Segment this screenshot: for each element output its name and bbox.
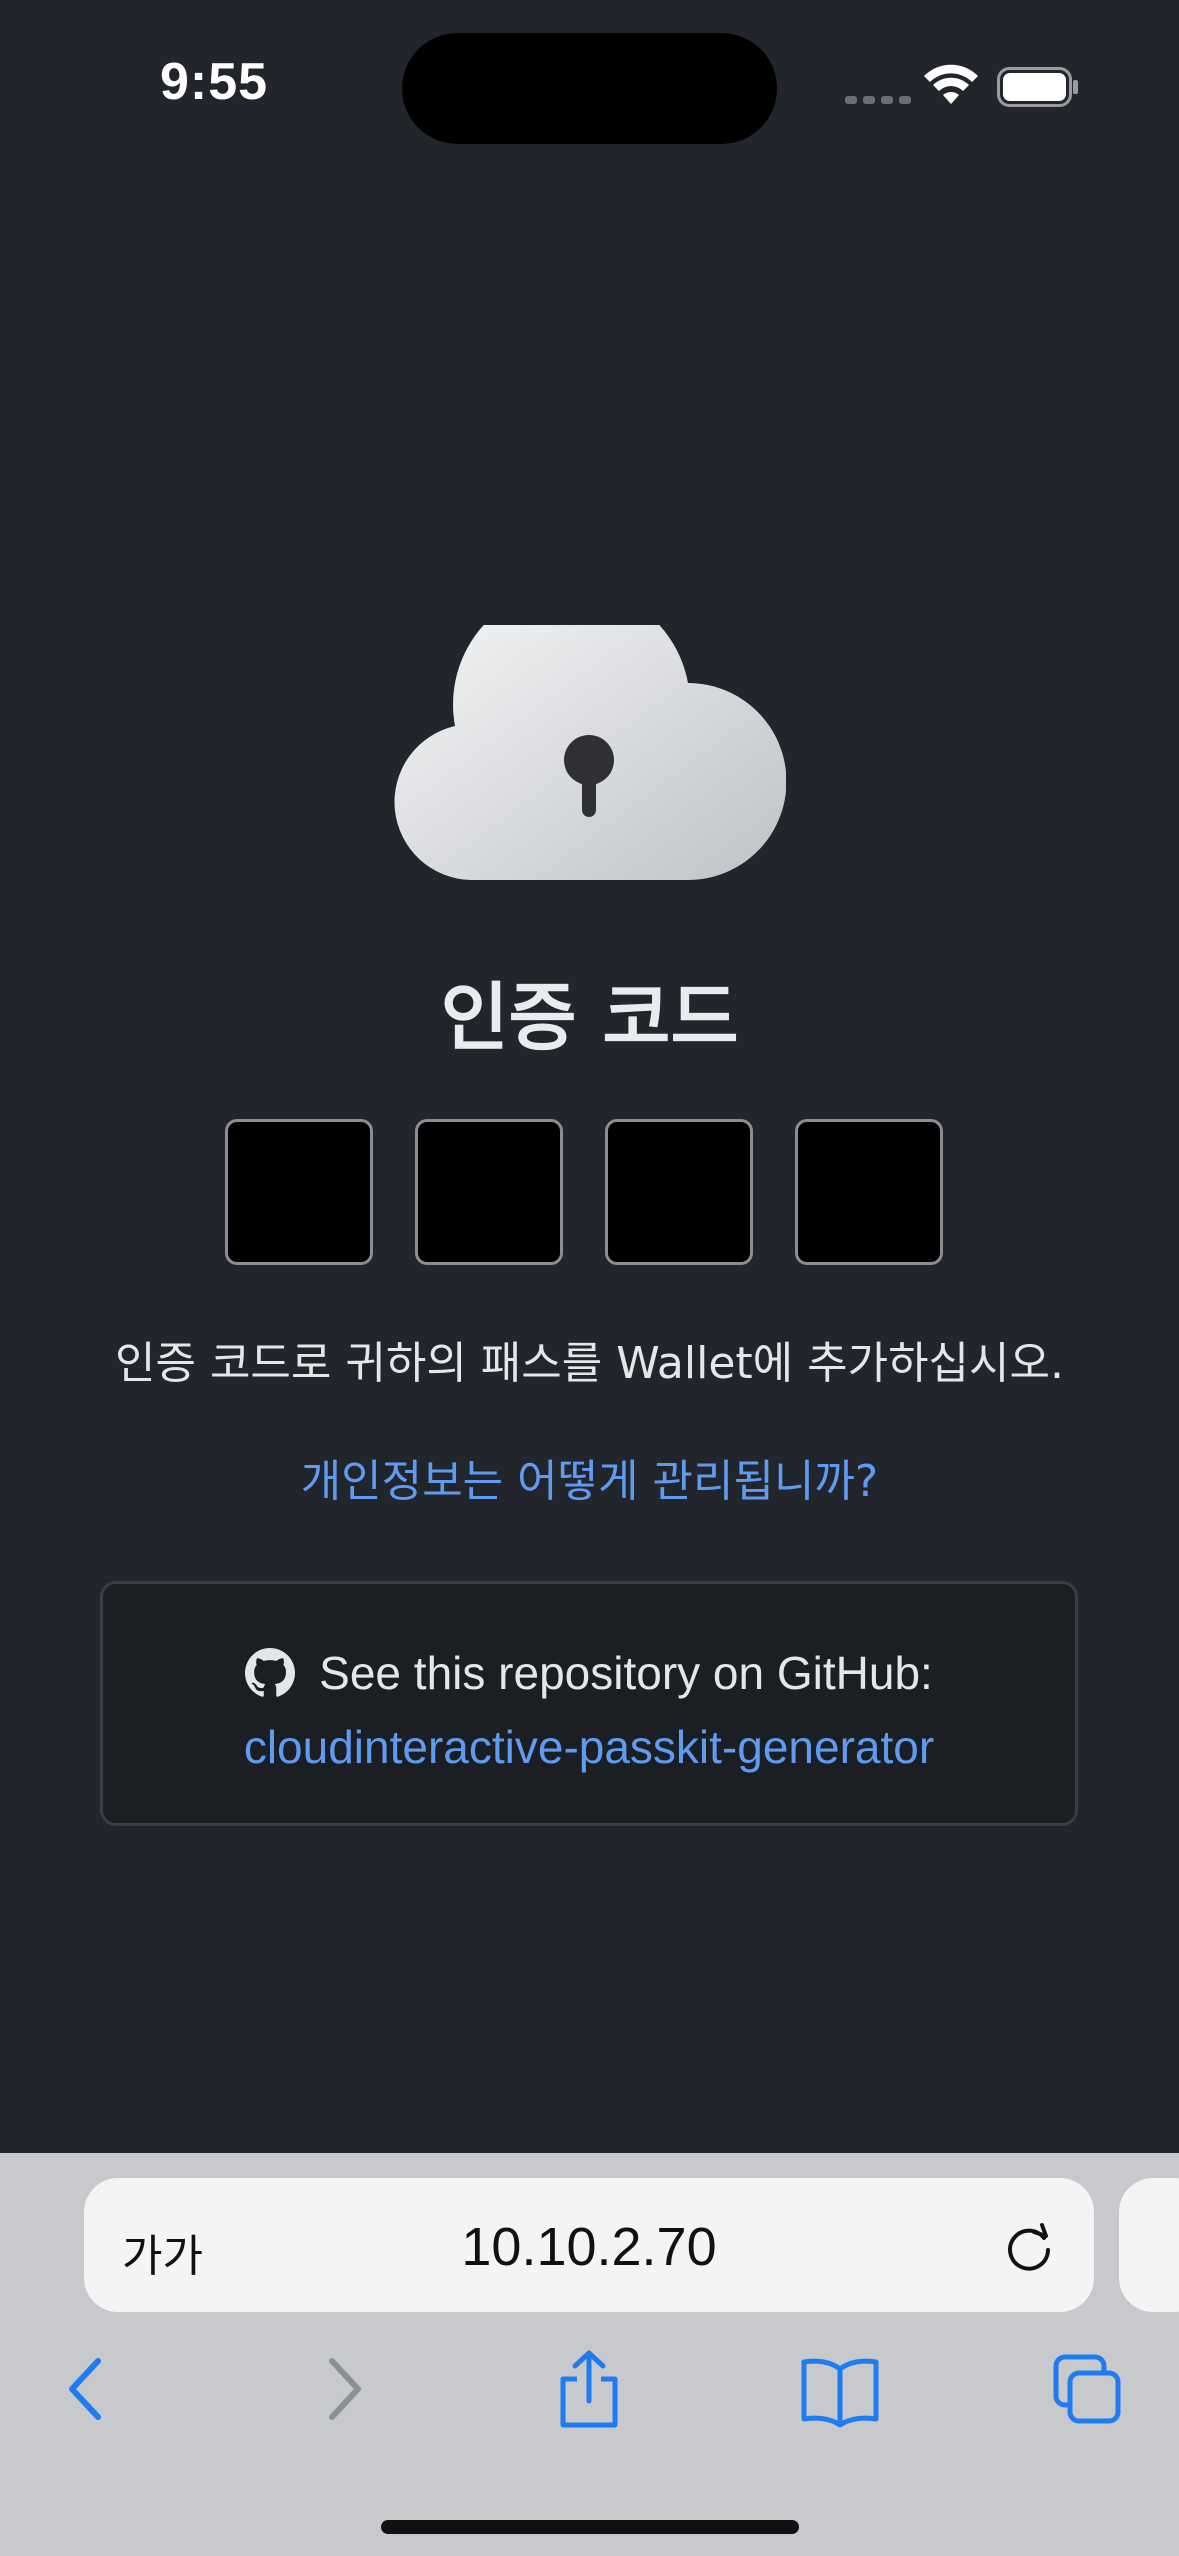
code-input-group [225,1119,943,1265]
page-title: 인증 코드 [440,975,739,1061]
browser-toolbar [0,2349,1179,2439]
battery-icon [997,67,1078,107]
github-icon [245,1648,296,1697]
code-digit-input-4[interactable] [795,1119,943,1265]
next-tab-peek[interactable] [1119,2178,1179,2312]
url-text[interactable]: 10.10.2.70 [84,2216,1094,2278]
share-icon[interactable] [555,2349,623,2429]
address-bar[interactable]: 가가 10.10.2.70 [84,2178,1094,2312]
reload-icon[interactable] [1004,2220,1056,2272]
browser-bottom-bar: 가가 10.10.2.70 [0,2153,1179,2556]
privacy-link[interactable]: 개인정보는 어떻게 관리됩니까? [0,1445,1179,1509]
back-icon[interactable] [62,2349,112,2429]
wifi-icon [924,64,978,104]
dynamic-island [402,33,777,144]
home-indicator [381,2520,799,2534]
description-text: 인증 코드로 귀하의 패스를 Wallet에 추가하십시오. [115,1338,1064,1389]
status-time: 9:55 [160,53,269,111]
code-digit-input-1[interactable] [225,1119,373,1265]
cloud-keyhole-icon [394,625,786,880]
code-digit-input-3[interactable] [605,1119,753,1265]
code-digit-input-2[interactable] [415,1119,563,1265]
repo-card-text: See this repository on GitHub: [319,1647,933,1699]
repo-link[interactable]: cloudinteractive-passkit-generator [103,1720,1075,1774]
repo-card: See this repository on GitHub: cloudinte… [100,1581,1078,1826]
forward-icon[interactable] [318,2349,368,2429]
bookmarks-icon[interactable] [800,2349,880,2429]
repo-card-header: See this repository on GitHub: [103,1646,1075,1700]
tabs-icon[interactable] [1052,2349,1124,2429]
screen: 9:55 인증 코드 인증 코드로 귀하의 패스를 Wallet에 추가하십시오… [0,0,1179,2556]
cellular-signal-icon [845,96,911,104]
